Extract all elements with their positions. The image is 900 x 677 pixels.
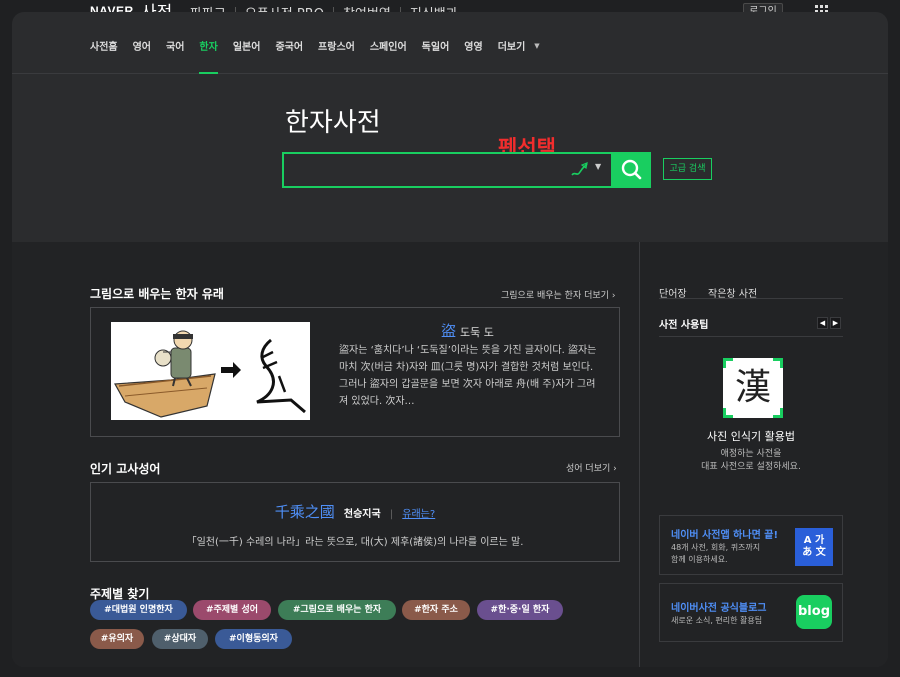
advanced-search-button[interactable]: 고급 검색	[663, 158, 712, 180]
tag-antonym[interactable]: #상대자	[152, 629, 208, 649]
tab-english-english[interactable]: 영영	[464, 38, 482, 74]
blog-icon: blog	[796, 595, 832, 629]
blog-promo-title: 네이버사전 공식블로그	[671, 603, 767, 614]
app-icon-line: A 가	[803, 535, 825, 546]
tab-spanish[interactable]: 스페인어	[370, 38, 407, 74]
tag-cjk-hanja[interactable]: #한·중·일 한자	[477, 600, 563, 620]
chevron-down-icon[interactable]: ▼	[534, 38, 539, 74]
origin-illustration	[111, 322, 310, 420]
dictionary-tabs: 사전홈 영어 국어 한자 일본어 중국어 프랑스어 스페인어 독일어 영영 더보…	[12, 38, 888, 74]
tab-korean[interactable]: 국어	[166, 38, 184, 74]
app-promo-line: 48개 사전, 회화, 퀴즈까지	[671, 543, 761, 552]
prev-tip-button[interactable]: ◀	[817, 317, 828, 329]
chevron-down-icon[interactable]: ▼	[595, 162, 601, 171]
pen-input-icon[interactable]	[570, 161, 590, 179]
idiom-more-label: 성어 더보기	[566, 464, 611, 474]
blog-promo-description: 새로운 소식, 편리한 활용팁	[671, 616, 763, 625]
idiom-origin-link[interactable]: 유래는?	[402, 509, 435, 520]
app-promo-line: 함께 이용하세요.	[671, 555, 728, 564]
tab-hanja[interactable]: 한자	[199, 38, 219, 74]
idiom-section-title: 인기 고사성어	[90, 462, 161, 476]
chevron-right-icon: ›	[613, 464, 617, 474]
search-button[interactable]	[613, 152, 651, 188]
tab-chinese[interactable]: 중국어	[275, 38, 303, 74]
thief-boat-illustration	[114, 330, 306, 418]
tab-english[interactable]: 영어	[133, 38, 151, 74]
tag-synonym[interactable]: #유의자	[90, 629, 144, 649]
dictionary-app-icon: A 가 あ 文	[795, 528, 833, 566]
tag-variant-same-meaning[interactable]: #이형동의자	[215, 629, 292, 649]
app-promo-description: 48개 사전, 회화, 퀴즈까지 함께 이용하세요.	[671, 542, 760, 566]
page-title: 한자사전	[285, 108, 381, 138]
tab-french[interactable]: 프랑스어	[318, 38, 355, 74]
han-character: 漢	[734, 367, 771, 408]
tip-description-line: 대표 사전으로 설정하세요.	[701, 462, 801, 472]
origin-card[interactable]: 盜 도둑 도 盜자는 ‘훔치다’나 ‘도둑질’이라는 뜻을 가진 글자이다. 盜자…	[90, 307, 620, 437]
idiom-reading: 천승지국	[343, 509, 381, 520]
chevron-right-icon: ›	[611, 291, 616, 301]
chevron-left-icon: ◀	[819, 319, 826, 327]
idiom-heading: 千乘之國 천승지국 | 유래는?	[91, 501, 619, 522]
tag-court-names[interactable]: #대법원 인명한자	[90, 600, 187, 620]
idiom-hanja[interactable]: 千乘之國	[275, 503, 335, 521]
sidebar-divider	[659, 298, 843, 299]
next-tip-button[interactable]: ▶	[830, 317, 841, 329]
tab-more[interactable]: 더보기	[498, 38, 526, 74]
origin-more-label: 그림으로 배우는 한자 더보기	[501, 291, 609, 301]
search-box: ▼	[282, 152, 613, 188]
idiom-card[interactable]: 千乘之國 천승지국 | 유래는? 「일천(一千) 수레의 나라」라는 뜻으로, …	[90, 482, 620, 562]
tab-german[interactable]: 독일어	[422, 38, 450, 74]
tip-description: 애정하는 사전을 대표 사전으로 설정하세요.	[659, 448, 843, 474]
origin-heading: 盜 도둑 도	[441, 320, 494, 341]
app-promo-title: 네이버 사전앱 하나면 끝!	[671, 530, 779, 541]
content-area: 그림으로 배우는 한자 유래 그림으로 배우는 한자 더보기 › 盜 도둑 도 …	[12, 242, 888, 667]
idiom-more-link[interactable]: 성어 더보기 ›	[566, 461, 617, 474]
column-divider	[639, 242, 640, 667]
tag-hanja-address[interactable]: #한자 주소	[402, 600, 470, 620]
search-icon	[621, 159, 642, 180]
blog-promo-card[interactable]: 네이버사전 공식블로그 새로운 소식, 편리한 활용팁 blog	[659, 583, 843, 642]
app-promo-card[interactable]: 네이버 사전앱 하나면 끝! 48개 사전, 회화, 퀴즈까지 함께 이용하세요…	[659, 515, 843, 575]
chevron-right-icon: ▶	[832, 319, 839, 327]
tip-description-line: 애정하는 사전을	[720, 449, 782, 459]
app-icon-line: あ 文	[802, 547, 826, 558]
tag-topic-idioms[interactable]: #주제별 성어	[193, 600, 271, 620]
tips-heading: 사전 사용팁	[659, 320, 709, 331]
photo-recognition-icon[interactable]: 漢	[723, 358, 783, 418]
tip-title[interactable]: 사진 인식기 활용법	[659, 428, 843, 444]
origin-section-title: 그림으로 배우는 한자 유래	[90, 287, 224, 301]
search-input[interactable]	[284, 154, 554, 186]
origin-more-link[interactable]: 그림으로 배우는 한자 더보기 ›	[501, 288, 615, 301]
origin-description: 盜자는 ‘훔치다’나 ‘도둑질’이라는 뜻을 가진 글자이다. 盜자는 마치 次…	[339, 345, 597, 407]
tab-japanese[interactable]: 일본어	[233, 38, 261, 74]
tab-home[interactable]: 사전홈	[90, 38, 118, 74]
main-panel: 사전홈 영어 국어 한자 일본어 중국어 프랑스어 스페인어 독일어 영영 더보…	[12, 12, 888, 667]
sidebar-divider	[659, 336, 843, 337]
origin-reading: 도둑 도	[460, 326, 494, 339]
tag-picture-hanja[interactable]: #그림으로 배우는 한자	[278, 600, 396, 620]
idiom-description: 「일천(一千) 수레의 나라」라는 뜻으로, 대(大) 제후(諸侯)의 나라를 …	[186, 537, 524, 548]
origin-hanja[interactable]: 盜	[441, 322, 456, 340]
idiom-divider: |	[389, 509, 394, 520]
